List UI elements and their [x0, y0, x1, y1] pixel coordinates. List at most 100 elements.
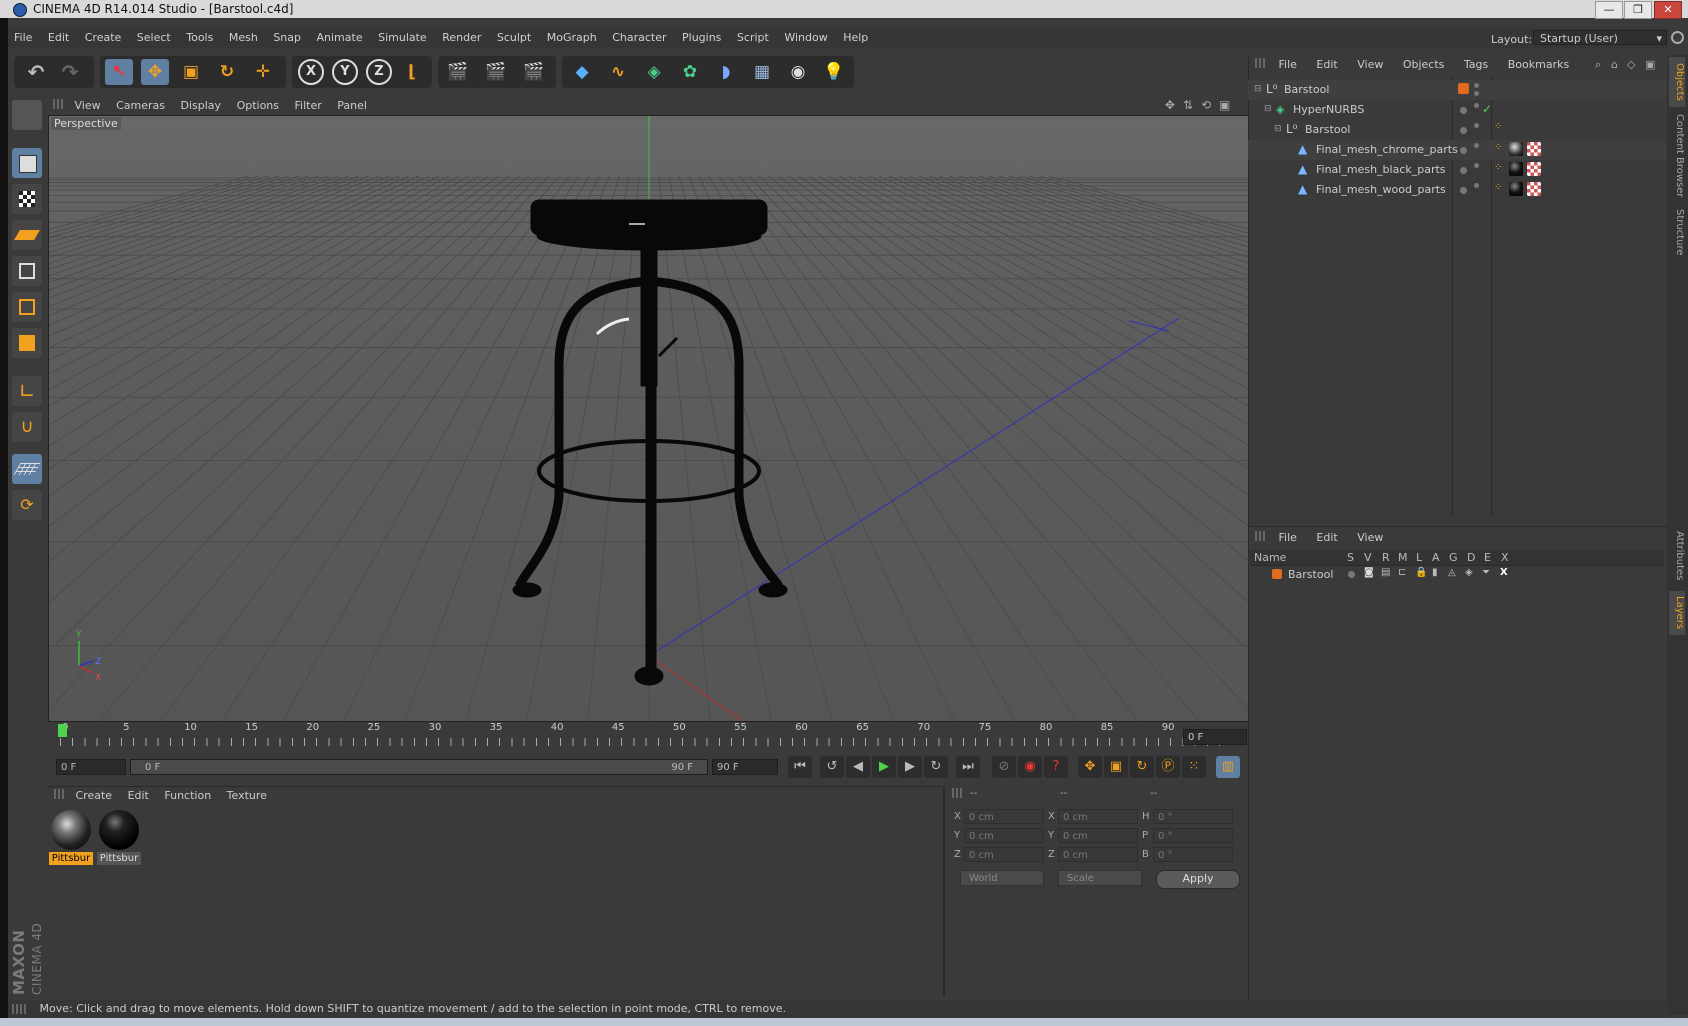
uvw-tag-icon[interactable]	[1527, 162, 1541, 176]
restore-button[interactable]: ❐	[1624, 1, 1652, 19]
uvw-tag-icon[interactable]	[1527, 182, 1541, 196]
layer-render-icon[interactable]: ▤	[1381, 567, 1390, 578]
polygons-mode-icon[interactable]	[12, 328, 42, 358]
camera-icon[interactable]: ◉	[784, 59, 812, 85]
phong-tag-icon[interactable]: ⁘	[1494, 182, 1502, 193]
render-visibility-dot[interactable]	[1474, 123, 1479, 128]
autokey-icon[interactable]: ◉	[1018, 756, 1042, 778]
layer-view-icon[interactable]: ◙	[1364, 567, 1374, 578]
undo-icon[interactable]: ↶	[22, 59, 50, 85]
editor-visibility-dot[interactable]	[1460, 107, 1467, 114]
expand-icon[interactable]: ⊟	[1274, 124, 1282, 134]
render-visibility-dot[interactable]	[1474, 183, 1479, 188]
close-button[interactable]: ✕	[1654, 1, 1682, 19]
tab-attributes[interactable]: Attributes	[1669, 525, 1685, 587]
layer-row[interactable]: Barstool ◙ ▤ ⊏ 🔒 ▮ ◬ ◈ ⏷ X	[1248, 566, 1666, 584]
rot-b-field[interactable]: 0 °	[1153, 847, 1233, 862]
layer-color-swatch[interactable]	[1272, 569, 1282, 579]
render-picture-viewer-icon[interactable]: 🎬	[482, 59, 510, 85]
material-tag-chrome[interactable]	[1509, 142, 1523, 156]
pos-x-field[interactable]: 0 cm	[964, 809, 1044, 824]
menu-edit[interactable]: Edit	[42, 28, 75, 48]
rotate-tool-icon[interactable]: ↻	[213, 59, 241, 85]
render-view-icon[interactable]: 🎬	[444, 59, 472, 85]
material-tag-black[interactable]	[1509, 182, 1523, 196]
snap-grid-icon[interactable]	[12, 454, 42, 484]
render-settings-icon[interactable]: 🎬	[520, 59, 548, 85]
z-axis-lock-icon[interactable]: Z	[366, 59, 392, 85]
editor-visibility-dot[interactable]	[1460, 187, 1467, 194]
nurbs-icon[interactable]: ◈	[640, 59, 668, 85]
layer-col-view[interactable]: V	[1364, 551, 1372, 564]
key-parameter-icon[interactable]: Ⓟ	[1156, 756, 1180, 778]
menu-render[interactable]: Render	[436, 28, 487, 48]
layer-col-deformers[interactable]: D	[1467, 551, 1475, 564]
layout-dropdown[interactable]: Startup (User) ▾	[1533, 30, 1667, 45]
tab-objects[interactable]: Objects	[1669, 57, 1685, 107]
current-frame-field[interactable]: 0 F	[1183, 729, 1247, 745]
next-frame-icon[interactable]: ▶	[898, 756, 922, 778]
material-menu-function[interactable]: Function	[158, 787, 217, 805]
layer-col-animation[interactable]: A	[1432, 551, 1440, 564]
menu-sculpt[interactable]: Sculpt	[491, 28, 537, 48]
layer-col-expressions[interactable]: E	[1484, 551, 1491, 564]
key-position-icon[interactable]: ✥	[1078, 756, 1102, 778]
menu-character[interactable]: Character	[606, 28, 672, 48]
end-frame-field[interactable]: 90 F	[712, 759, 778, 775]
viewport-menu-view[interactable]: View	[69, 97, 107, 115]
object-row[interactable]: ⊟ ◈ HyperNURBS ✓	[1248, 100, 1666, 120]
viewport-zoom-icon[interactable]: ⇅	[1183, 98, 1193, 112]
material-swatch[interactable]: Pittsbur	[49, 808, 93, 865]
rot-p-field[interactable]: 0 °	[1153, 828, 1233, 843]
editor-visibility-dot[interactable]	[1474, 83, 1479, 88]
object-menu-objects[interactable]: Objects	[1395, 55, 1453, 75]
editor-visibility-dot[interactable]	[1460, 127, 1467, 134]
apply-button[interactable]: Apply	[1156, 870, 1240, 889]
material-menu-create[interactable]: Create	[70, 787, 119, 805]
scale-tool-icon[interactable]: ▣	[177, 59, 205, 85]
object-menu-view[interactable]: View	[1349, 55, 1391, 75]
render-visibility-dot[interactable]	[1474, 103, 1479, 108]
minimize-button[interactable]: —	[1595, 1, 1623, 19]
object-menu-bookmarks[interactable]: Bookmarks	[1500, 55, 1577, 75]
perspective-viewport[interactable]: Y Z X Perspective	[48, 115, 1249, 722]
layer-col-solo[interactable]: S	[1347, 551, 1354, 564]
size-mode-dropdown[interactable]: Scale	[1058, 870, 1142, 886]
start-frame-field[interactable]: 0 F	[56, 759, 126, 775]
menu-create[interactable]: Create	[79, 28, 128, 48]
layer-menu-edit[interactable]: Edit	[1308, 528, 1345, 548]
viewport-menu-panel[interactable]: Panel	[331, 97, 373, 115]
search-icon[interactable]: ⌕	[1595, 58, 1601, 72]
menu-file[interactable]: File	[8, 28, 38, 48]
phong-tag-icon[interactable]: ⁘	[1494, 121, 1502, 132]
object-menu-file[interactable]: File	[1271, 55, 1305, 75]
tab-structure[interactable]: Structure	[1669, 205, 1685, 259]
axis-mode-icon[interactable]: ∟	[12, 376, 42, 406]
menu-mograph[interactable]: MoGraph	[541, 28, 603, 48]
enabled-checkmark-icon[interactable]: ✓	[1482, 102, 1492, 116]
frame-range-slider[interactable]: 0 F 90 F	[130, 759, 708, 775]
collapse-icon[interactable]: ◇	[1627, 58, 1635, 71]
layer-expressions-icon[interactable]: ⏷	[1482, 567, 1490, 578]
layer-solo-icon[interactable]	[1348, 571, 1355, 578]
phong-tag-icon[interactable]: ⁘	[1494, 162, 1502, 173]
layer-col-name[interactable]: Name	[1254, 551, 1286, 564]
object-row[interactable]: ▲ Final_mesh_chrome_parts ⁘	[1248, 140, 1666, 160]
layer-menu-view[interactable]: View	[1349, 528, 1391, 548]
menu-tools[interactable]: Tools	[180, 28, 219, 48]
move-tool-icon[interactable]: ✥	[141, 59, 169, 85]
layer-col-manager[interactable]: M	[1398, 551, 1408, 564]
material-menu-texture[interactable]: Texture	[221, 787, 273, 805]
viewport-menu-filter[interactable]: Filter	[289, 97, 328, 115]
points-mode-icon[interactable]	[12, 256, 42, 286]
previous-frame-icon[interactable]: ◀	[846, 756, 870, 778]
material-menu-edit[interactable]: Edit	[122, 787, 155, 805]
menu-animate[interactable]: Animate	[311, 28, 369, 48]
layer-generators-icon[interactable]: ◬	[1448, 567, 1456, 578]
layer-color-swatch[interactable]	[1458, 83, 1469, 94]
tab-content-browser[interactable]: Content Browser	[1669, 111, 1685, 201]
new-window-icon[interactable]: ▣	[1645, 58, 1655, 71]
live-selection-icon[interactable]: ✛	[249, 59, 277, 85]
layer-col-render[interactable]: R	[1382, 551, 1390, 564]
expand-icon[interactable]: ⊟	[1254, 84, 1262, 94]
